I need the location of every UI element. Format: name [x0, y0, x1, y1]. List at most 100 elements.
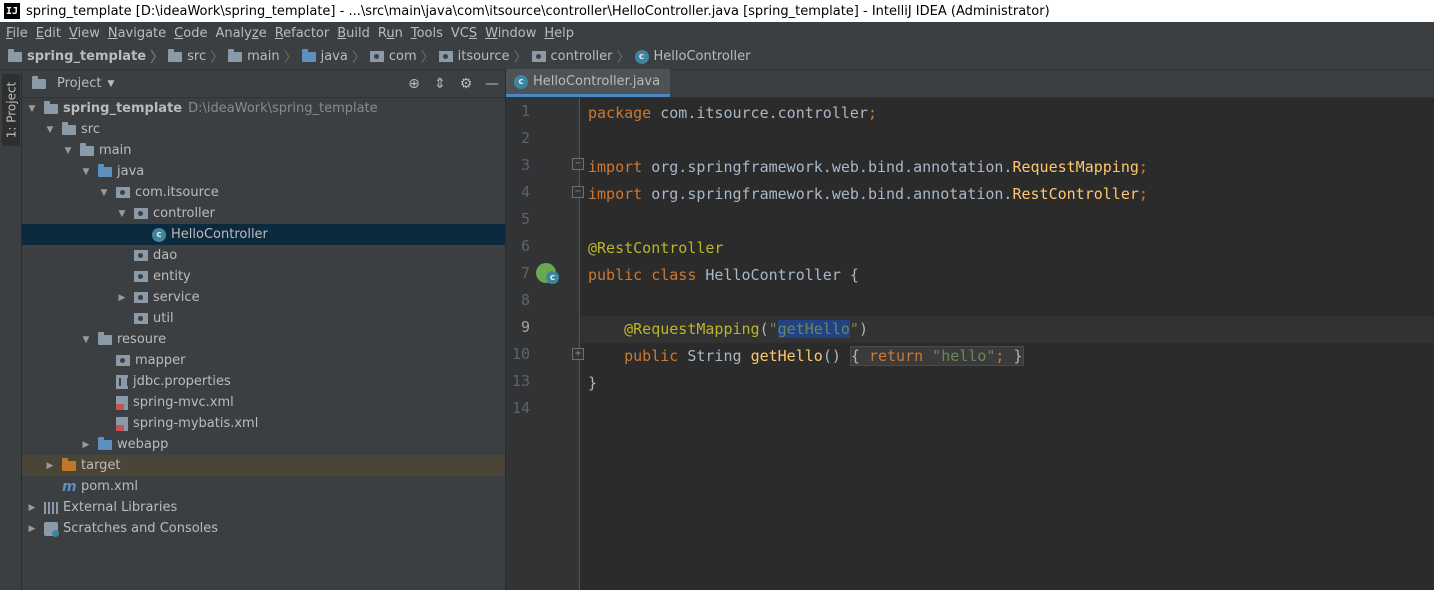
tree-item[interactable]: ▼ resoure	[22, 329, 505, 350]
expand-arrow-icon[interactable]: ▼	[80, 167, 92, 177]
package-icon	[531, 51, 546, 62]
keyword: public class	[588, 266, 697, 284]
project-tree: ▼ spring_template D:\ideaWork\spring_templ…	[22, 98, 505, 539]
tree-item[interactable]: ▼ controller	[22, 203, 505, 224]
collapse-arrow-icon[interactable]: ▶	[26, 524, 38, 534]
tree-item[interactable]: ▼ com.itsource	[22, 182, 505, 203]
menu-label-part: elp	[554, 25, 575, 41]
code-punct: ;	[1138, 185, 1148, 203]
tree-item[interactable]: ▶util	[22, 308, 505, 329]
line-number: 1	[520, 102, 530, 120]
menu-item[interactable]: Help	[540, 26, 578, 41]
code-class-ref: RequestMapping	[1012, 158, 1139, 176]
keyword: import	[588, 158, 643, 176]
collapse-arrow-icon[interactable]: ▶	[26, 503, 38, 513]
locate-file-icon[interactable]: ⊕	[401, 76, 427, 92]
tree-item[interactable]: ▶entity	[22, 266, 505, 287]
menu-item[interactable]: Window	[481, 26, 540, 41]
breadcrumb-src[interactable]: src 〉	[168, 47, 228, 67]
class-icon: c	[514, 74, 528, 89]
editor-gutter: − − + 123456789101314	[506, 98, 584, 590]
tree-item-label: pom.xml	[81, 479, 138, 494]
breadcrumb-main[interactable]: main 〉	[228, 47, 301, 67]
menu-item[interactable]: VCS	[447, 26, 481, 41]
menu-item[interactable]: Build	[333, 26, 374, 41]
chevron-down-icon[interactable]: ▼	[107, 79, 114, 89]
folded-region[interactable]: { return "hello"; }	[849, 346, 1024, 366]
breadcrumb-com[interactable]: com 〉	[369, 47, 439, 67]
maven-icon: m	[62, 478, 77, 495]
tree-item[interactable]: ▶spring-mybatis.xml	[22, 413, 505, 434]
tree-item-label: HelloController	[171, 227, 268, 242]
hide-panel-icon[interactable]: —	[479, 76, 505, 92]
menu-item[interactable]: Code	[170, 26, 211, 41]
menu-item[interactable]: Analyze	[211, 26, 270, 41]
tree-item-label: Scratches and Consoles	[63, 521, 219, 536]
tree-item[interactable]: ▶mapper	[22, 350, 505, 371]
expand-arrow-icon[interactable]: ▼	[98, 188, 110, 198]
menu-item[interactable]: Edit	[32, 26, 65, 41]
module-folder-icon	[44, 100, 58, 114]
project-view-selector[interactable]: Project	[57, 76, 101, 91]
collapse-arrow-icon[interactable]: ▶	[44, 461, 56, 471]
collapse-arrow-icon[interactable]: ▶	[116, 293, 128, 303]
expand-arrow-icon[interactable]: ▼	[116, 209, 128, 219]
intellij-app-icon: IJ	[4, 3, 20, 19]
breadcrumb-java[interactable]: java 〉	[301, 47, 370, 67]
menu-item[interactable]: View	[65, 26, 104, 41]
tree-item[interactable]: ▶ target	[22, 455, 505, 476]
editor-tab-hellocontroller[interactable]: c HelloController.java	[506, 69, 671, 97]
breadcrumb-itsource[interactable]: itsource 〉	[438, 47, 532, 67]
tree-item[interactable]: ▶cHelloController	[22, 224, 505, 245]
line-number: 9	[520, 318, 530, 336]
annotation: @RestController	[588, 239, 724, 257]
tree-item-label: jdbc.properties	[133, 374, 231, 389]
tree-item[interactable]: ▶ External Libraries	[22, 497, 505, 518]
code-area[interactable]: package com.itsource.controller; import …	[581, 98, 1434, 590]
breadcrumb-hellocontroller[interactable]: c HelloController	[634, 49, 750, 64]
project-tool-window-tab[interactable]: 1: Project	[2, 74, 20, 146]
expand-arrow-icon[interactable]: ▼	[62, 146, 74, 156]
tree-item[interactable]: ▼ src	[22, 119, 505, 140]
menu-label-part: ode	[183, 25, 208, 41]
tree-item[interactable]: ▶dao	[22, 245, 505, 266]
tree-item[interactable]: ▼ java	[22, 161, 505, 182]
tree-item[interactable]: ▼ main	[22, 140, 505, 161]
code-line: import org.springframework.web.bind.anno…	[581, 154, 1434, 181]
collapse-all-icon[interactable]: ⇕	[427, 76, 453, 92]
project-panel: Project ▼ ⊕ ⇕ ⚙ — ▼ spring_template D:\ide…	[22, 70, 506, 590]
menu-item[interactable]: Run	[374, 26, 407, 41]
tree-item[interactable]: ▶ service	[22, 287, 505, 308]
expand-arrow-icon[interactable]: ▼	[26, 104, 38, 114]
collapse-arrow-icon[interactable]: ▶	[80, 440, 92, 450]
tree-item[interactable]: ▶jdbc.properties	[22, 371, 505, 392]
tree-item[interactable]: ▶spring-mvc.xml	[22, 392, 505, 413]
tree-item[interactable]: ▶mpom.xml	[22, 476, 505, 497]
tree-item[interactable]: ▶ webapp	[22, 434, 505, 455]
tree-item[interactable]: ▶ Scratches and Consoles	[22, 518, 505, 539]
folder-icon	[228, 48, 243, 62]
spring-bean-icon[interactable]	[536, 263, 559, 284]
breadcrumb-label: com	[388, 49, 417, 64]
menu-item[interactable]: Tools	[407, 26, 447, 41]
expand-arrow-icon[interactable]: ▼	[44, 125, 56, 135]
line-number: 13	[511, 372, 530, 390]
string-quote: "	[768, 320, 778, 338]
breadcrumb-separator: 〉	[351, 49, 366, 66]
breadcrumb-label: main	[247, 49, 280, 64]
menu-item[interactable]: Navigate	[104, 26, 170, 41]
code-text: HelloController {	[696, 266, 859, 284]
menu-mnemonic: S	[468, 25, 478, 41]
menu-label-part: efactor	[283, 25, 330, 41]
menu-item[interactable]: Refactor	[271, 26, 334, 41]
menu-label-part: VC	[450, 25, 469, 41]
breadcrumb-controller[interactable]: controller 〉	[531, 47, 635, 67]
breadcrumb-project[interactable]: spring_template 〉	[8, 47, 168, 67]
menu-item[interactable]: File	[2, 26, 32, 41]
tree-item-label: spring-mybatis.xml	[133, 416, 259, 431]
tree-item[interactable]: ▼ spring_template D:\ideaWork\spring_templ…	[22, 98, 505, 119]
code-class-ref: RestController	[1012, 185, 1139, 203]
expand-arrow-icon[interactable]: ▼	[80, 335, 92, 345]
gear-icon[interactable]: ⚙	[453, 76, 479, 92]
package-icon	[116, 355, 130, 366]
